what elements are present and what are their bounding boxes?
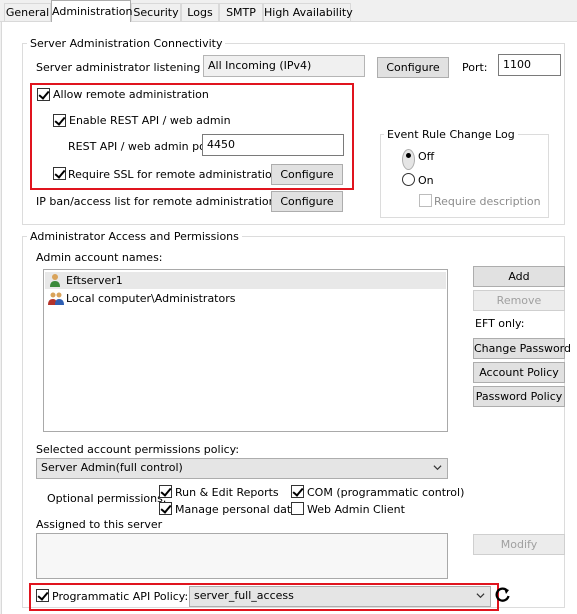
rest-port-field[interactable]: 4450	[202, 134, 344, 156]
policy-label: Selected account permissions policy:	[36, 443, 240, 456]
require-ssl-checkbox[interactable]	[53, 167, 66, 180]
enable-rest-checkbox[interactable]	[53, 114, 66, 127]
accounts-list[interactable]: Eftserver1 Local computer\Administrators	[43, 269, 448, 432]
group-icon	[48, 292, 64, 305]
port-field[interactable]: 1100	[498, 54, 561, 76]
require-description-checkbox[interactable]	[419, 194, 432, 207]
change-password-button[interactable]: Change Password	[473, 338, 571, 359]
event-log-off-label: Off	[418, 150, 435, 163]
event-log-off-radio[interactable]	[402, 149, 415, 170]
chevron-down-icon	[433, 465, 442, 471]
port-label: Port:	[462, 61, 488, 74]
require-ssl-label: Require SSL for remote administration:	[68, 168, 283, 181]
ipban-label: IP ban/access list for remote administra…	[36, 195, 280, 208]
policy-select[interactable]: Server Admin(full control)	[36, 458, 448, 479]
enable-rest-label: Enable REST API / web admin	[69, 114, 231, 127]
api-policy-checkbox[interactable]	[36, 589, 49, 602]
tab-administration[interactable]: Administration	[51, 0, 133, 22]
tab-smtp[interactable]: SMTP	[219, 3, 263, 21]
api-policy-label: Programmatic API Policy:	[52, 590, 189, 603]
tab-general[interactable]: General	[4, 3, 51, 21]
ssl-configure-button[interactable]: Configure	[271, 164, 343, 185]
event-log-on-radio[interactable]	[402, 173, 415, 186]
connectivity-group-label: Server Administration Connectivity	[27, 37, 226, 50]
user-icon	[50, 274, 60, 287]
eft-only-label: EFT only:	[475, 317, 525, 330]
require-description-label: Require description	[434, 195, 541, 208]
remove-button[interactable]: Remove	[473, 290, 565, 311]
refresh-icon[interactable]	[495, 587, 511, 603]
allow-remote-label: Allow remote administration	[53, 88, 209, 101]
account-policy-button[interactable]: Account Policy	[473, 362, 565, 383]
allow-remote-checkbox[interactable]	[37, 88, 50, 101]
com-checkbox[interactable]	[291, 485, 304, 498]
tab-strip: General Administration Security Logs SMT…	[0, 0, 577, 22]
assigned-box[interactable]	[36, 533, 448, 579]
optional-permissions-label: Optional permissions:	[47, 492, 167, 505]
com-label: COM (programmatic control)	[307, 486, 465, 499]
modify-button[interactable]: Modify	[473, 534, 565, 555]
tab-security[interactable]: Security	[131, 3, 181, 21]
accounts-label: Admin account names:	[36, 251, 163, 264]
run-reports-label: Run & Edit Reports	[175, 486, 279, 499]
web-admin-label: Web Admin Client	[307, 503, 405, 516]
listen-ip-configure-button[interactable]: Configure	[377, 57, 449, 78]
chevron-down-icon	[476, 593, 485, 599]
policy-select-value: Server Admin(full control)	[41, 461, 183, 474]
manage-data-label: Manage personal data	[175, 503, 298, 516]
access-group-label: Administrator Access and Permissions	[27, 230, 242, 243]
event-log-on-label: On	[418, 174, 434, 187]
list-item[interactable]: Local computer\Administrators	[45, 290, 446, 307]
tab-high-availability[interactable]: High Availability	[263, 3, 353, 21]
web-admin-checkbox[interactable]	[291, 502, 304, 515]
ipban-configure-button[interactable]: Configure	[271, 191, 343, 212]
list-item-label: Local computer\Administrators	[66, 292, 236, 305]
list-item[interactable]: Eftserver1	[45, 272, 446, 289]
assigned-label: Assigned to this server	[36, 518, 163, 531]
password-policy-button[interactable]: Password Policy	[473, 386, 565, 407]
tab-logs[interactable]: Logs	[181, 3, 219, 21]
add-button[interactable]: Add	[473, 266, 565, 287]
rest-port-label: REST API / web admin port:	[68, 140, 219, 153]
api-policy-select-value: server_full_access	[194, 589, 294, 602]
event-log-group-label: Event Rule Change Log	[384, 128, 518, 141]
run-reports-checkbox[interactable]	[159, 485, 172, 498]
list-item-label: Eftserver1	[66, 274, 123, 287]
listen-ip-field[interactable]: All Incoming (IPv4)	[203, 55, 365, 77]
manage-data-checkbox[interactable]	[159, 502, 172, 515]
listen-ip-label: Server administrator listening IP:	[36, 61, 218, 74]
api-policy-select[interactable]: server_full_access	[189, 586, 491, 607]
